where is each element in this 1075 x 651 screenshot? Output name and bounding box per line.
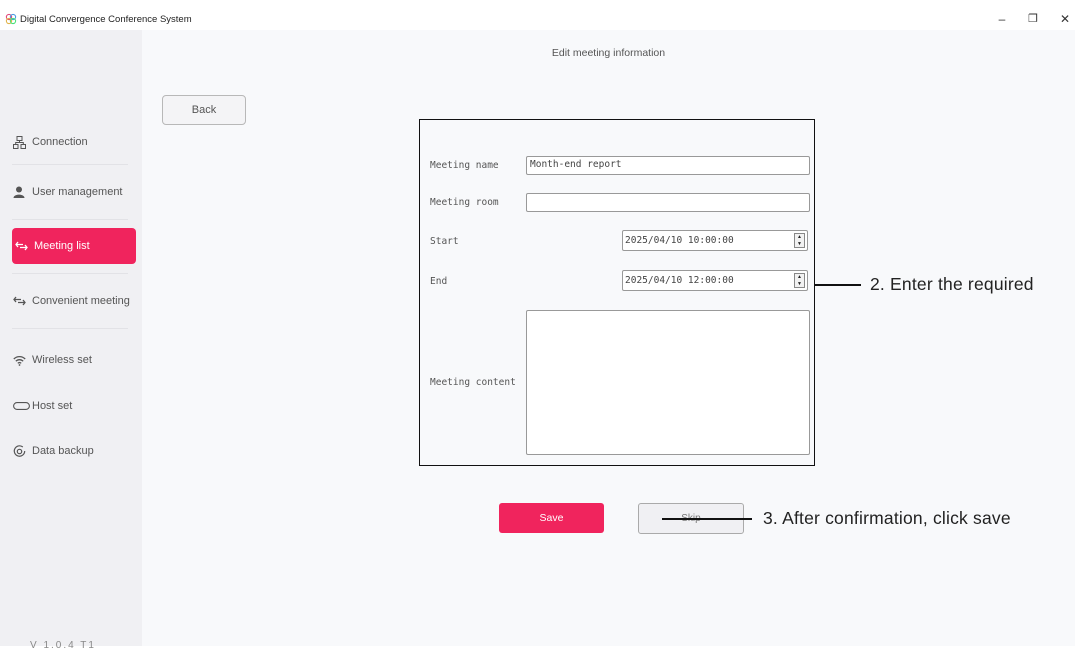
spin-down-icon[interactable]: ▼ bbox=[795, 281, 804, 287]
sidebar-item-label: User management bbox=[32, 186, 123, 198]
start-spinner[interactable]: ▲ ▼ bbox=[794, 233, 805, 248]
back-button[interactable]: Back bbox=[162, 95, 246, 125]
spin-up-icon[interactable]: ▲ bbox=[795, 274, 804, 280]
sidebar-divider bbox=[12, 328, 128, 329]
sidebar-item-label: Wireless set bbox=[32, 354, 92, 366]
sidebar-item-convenient-meeting[interactable]: Convenient meeting bbox=[12, 283, 136, 319]
window-title: Digital Convergence Conference System bbox=[20, 14, 192, 25]
meeting-content-textarea[interactable] bbox=[526, 310, 810, 455]
page-title: Edit meeting information bbox=[551, 47, 666, 59]
sidebar-item-meeting-list[interactable]: Meeting list bbox=[12, 228, 136, 264]
wifi-icon bbox=[12, 353, 26, 367]
meeting-room-input[interactable] bbox=[526, 193, 810, 212]
meeting-content-label: Meeting content bbox=[430, 377, 516, 388]
host-icon bbox=[12, 399, 30, 413]
sidebar-item-connection[interactable]: Connection bbox=[12, 124, 136, 160]
sidebar-divider bbox=[12, 219, 128, 220]
meeting-name-input[interactable]: Month-end report bbox=[526, 156, 810, 175]
sidebar-item-label: Convenient meeting bbox=[32, 295, 130, 307]
callout-line-step3 bbox=[662, 518, 752, 520]
sidebar: Connection User management Meeting list … bbox=[0, 30, 142, 651]
sidebar-item-label: Meeting list bbox=[34, 240, 90, 252]
arrows-icon bbox=[14, 239, 28, 253]
meeting-room-label: Meeting room bbox=[430, 197, 499, 208]
sidebar-item-user-management[interactable]: User management bbox=[12, 174, 136, 210]
start-label: Start bbox=[430, 236, 459, 247]
sidebar-item-host-set[interactable]: Host set bbox=[12, 388, 136, 424]
connection-icon bbox=[12, 135, 26, 149]
sidebar-item-label: Data backup bbox=[32, 445, 94, 457]
app-logo-icon bbox=[5, 13, 17, 25]
arrows-icon bbox=[12, 294, 26, 308]
save-button[interactable]: Save bbox=[499, 503, 604, 533]
start-datetime-input[interactable]: 2025/04/10 10:00:00 ▲ ▼ bbox=[622, 230, 808, 251]
sidebar-item-label: Connection bbox=[32, 136, 88, 148]
sidebar-divider bbox=[12, 273, 128, 274]
spin-down-icon[interactable]: ▼ bbox=[795, 241, 804, 247]
title-bar: Digital Convergence Conference System – … bbox=[0, 0, 1075, 30]
user-icon bbox=[12, 185, 26, 199]
callout-step3: 3. After confirmation, click save bbox=[763, 508, 1011, 528]
backup-icon bbox=[12, 444, 26, 458]
minimize-button[interactable]: – bbox=[994, 12, 1010, 26]
meeting-form: Meeting name Month-end report Meeting ro… bbox=[419, 119, 815, 466]
maximize-button[interactable]: ❐ bbox=[1025, 12, 1041, 26]
sidebar-item-data-backup[interactable]: Data backup bbox=[12, 433, 136, 469]
callout-step2: 2. Enter the required bbox=[870, 274, 1034, 294]
close-button[interactable]: ✕ bbox=[1057, 12, 1073, 26]
meeting-name-label: Meeting name bbox=[430, 160, 499, 171]
end-label: End bbox=[430, 276, 448, 287]
start-datetime-value: 2025/04/10 10:00:00 bbox=[625, 235, 734, 246]
end-datetime-value: 2025/04/10 12:00:00 bbox=[625, 275, 734, 286]
sidebar-item-label: Host set bbox=[32, 400, 73, 412]
end-datetime-input[interactable]: 2025/04/10 12:00:00 ▲ ▼ bbox=[622, 270, 808, 291]
sidebar-item-wireless-set[interactable]: Wireless set bbox=[12, 342, 136, 378]
callout-line-step2 bbox=[815, 284, 861, 286]
end-spinner[interactable]: ▲ ▼ bbox=[794, 273, 805, 288]
sidebar-divider bbox=[12, 164, 128, 165]
spin-up-icon[interactable]: ▲ bbox=[795, 234, 804, 240]
main-content: Edit meeting information Back Meeting na… bbox=[142, 30, 1075, 646]
